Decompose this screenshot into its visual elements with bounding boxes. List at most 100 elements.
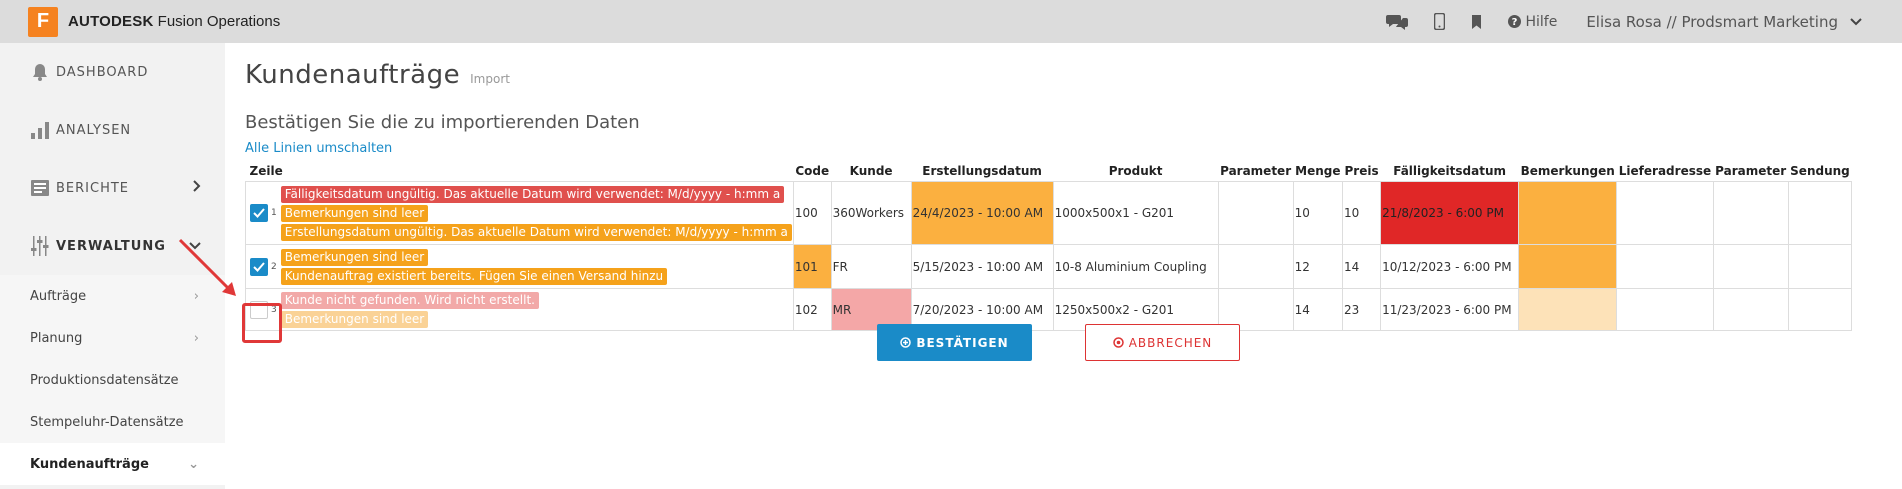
- cell-lieferadresse: [1616, 244, 1714, 289]
- page-subtitle: Import: [470, 72, 510, 86]
- warning-message: Bemerkungen sind leer: [280, 248, 429, 266]
- table-row: 2 Bemerkungen sind leer Kundenauftrag ex…: [245, 244, 1853, 289]
- main-content: Kundenaufträge Import Bestätigen Sie die…: [245, 43, 1895, 331]
- table-row: 1 Fälligkeitsdatum ungültig. Das aktuell…: [245, 181, 1853, 245]
- col-kunde: Kunde: [849, 164, 893, 178]
- sidebar-subitem-stempeluhr[interactable]: Stempeluhr-Datensätze: [0, 401, 225, 443]
- cell-bemerkungen: [1518, 181, 1618, 245]
- help-label: Hilfe: [1525, 13, 1558, 30]
- bookmark-icon[interactable]: [1471, 14, 1482, 29]
- bar-chart-icon: [30, 120, 50, 140]
- sidebar-item-label: DASHBOARD: [56, 64, 149, 80]
- cell-produkt: 1000x500x1 - G201: [1052, 181, 1219, 245]
- cell-parameter: [1217, 244, 1294, 289]
- col-lieferadresse: Lieferadresse: [1618, 164, 1712, 178]
- sidebar-item-analysen[interactable]: ANALYSEN: [0, 101, 225, 159]
- col-preis: Preis: [1344, 164, 1379, 178]
- row-cell: 1 Fälligkeitsdatum ungültig. Das aktuell…: [245, 181, 794, 245]
- action-buttons: BESTÄTIGEN ABBRECHEN: [632, 324, 1240, 361]
- sidebar-item-label: BERICHTE: [56, 180, 130, 196]
- cell-preis: 14: [1341, 244, 1382, 289]
- sidebar-subitem-label: Stempeluhr-Datensätze: [30, 414, 184, 430]
- col-produkt: Produkt: [1108, 164, 1163, 178]
- import-table: Zeile Code Kunde Erstellungsdatum Produk…: [245, 161, 1853, 331]
- cancel-icon: [1112, 337, 1124, 348]
- sidebar-subitem-label: Produktionsdatensätze: [30, 372, 179, 388]
- chevron-down-icon[interactable]: [1850, 17, 1862, 26]
- row-number: 2: [271, 261, 277, 272]
- col-parameter: Parameter: [1220, 164, 1292, 178]
- cancel-label: ABBRECHEN: [1128, 335, 1213, 350]
- sidebar-subitem-label: Kundenaufträge: [30, 456, 149, 472]
- row-cell: 2 Bemerkungen sind leer Kundenauftrag ex…: [245, 244, 794, 289]
- cell-code: 100: [792, 181, 832, 245]
- cell-faelligkeitsdatum: 21/8/2023 - 6:00 PM: [1380, 181, 1520, 245]
- cell-parameter-2: [1712, 288, 1789, 331]
- annotation-arrow: [178, 238, 236, 296]
- cell-menge: 12: [1292, 244, 1343, 289]
- toggle-all-lines-link[interactable]: Alle Linien umschalten: [245, 141, 1895, 156]
- sidebar-item-label: VERWALTUNG: [56, 238, 166, 254]
- col-code: Code: [795, 164, 830, 178]
- help-icon: ?: [1508, 15, 1522, 28]
- cell-bemerkungen: [1518, 288, 1618, 331]
- col-parameter-2: Parameter: [1715, 164, 1787, 178]
- sidebar-subitem-produktionsdatensaetze[interactable]: Produktionsdatensätze: [0, 359, 225, 401]
- cancel-button[interactable]: ABBRECHEN: [1085, 324, 1240, 361]
- highlight-box: [242, 303, 282, 343]
- cell-sendung: [1787, 244, 1853, 289]
- error-message: Kunde nicht gefunden. Wird nicht erstell…: [280, 291, 539, 309]
- cell-parameter-2: [1712, 181, 1789, 245]
- mobile-icon[interactable]: [1434, 13, 1446, 30]
- sidebar-item-dashboard[interactable]: DASHBOARD: [0, 43, 225, 101]
- chevron-right-icon: [193, 180, 201, 196]
- sidebar-item-label: ANALYSEN: [56, 122, 132, 138]
- cell-lieferadresse: [1616, 288, 1714, 331]
- sidebar-subitem-planung[interactable]: Planung ›: [0, 317, 225, 359]
- cell-menge: 10: [1292, 181, 1343, 245]
- cell-preis: 23: [1341, 288, 1382, 331]
- help-link[interactable]: ? Hilfe: [1508, 14, 1557, 30]
- sidebar-subitem-label: Aufträge: [30, 288, 87, 304]
- cell-kunde: 360Workers: [830, 181, 912, 245]
- svg-text:?: ?: [1512, 17, 1518, 28]
- col-sendung: Sendung: [1790, 164, 1850, 178]
- cell-lieferadresse: [1616, 181, 1714, 245]
- chevron-down-icon: ⌄: [188, 456, 199, 472]
- top-bar: F AUTODESK Fusion Operations ? Hilfe Eli…: [0, 0, 1902, 43]
- row-number: 1: [271, 208, 277, 218]
- sidebar-item-berichte[interactable]: BERICHTE: [0, 159, 225, 217]
- section-title: Bestätigen Sie die zu importierenden Dat…: [245, 112, 640, 133]
- cell-code: 101: [792, 244, 832, 289]
- warning-message: Bemerkungen sind leer: [280, 310, 429, 328]
- col-menge: Menge: [1295, 164, 1341, 178]
- error-message: Fälligkeitsdatum ungültig. Das aktuelle …: [280, 185, 785, 203]
- cell-faelligkeitsdatum: 11/23/2023 - 6:00 PM: [1380, 288, 1520, 331]
- confirm-label: BESTÄTIGEN: [916, 335, 1009, 350]
- cell-menge: 14: [1292, 288, 1343, 331]
- page-title: Kundenaufträge: [245, 60, 461, 90]
- chat-icon[interactable]: [1386, 13, 1409, 31]
- brand-bold: AUTODESK: [68, 13, 154, 30]
- autodesk-logo[interactable]: F: [28, 6, 58, 37]
- sidebar-subitem-label: Planung: [30, 330, 83, 346]
- cell-produkt: 10-8 Aluminium Coupling: [1052, 244, 1219, 289]
- warning-message: Erstellungsdatum ungültig. Das aktuelle …: [280, 223, 792, 241]
- user-menu[interactable]: Elisa Rosa // Prodsmart Marketing: [1586, 13, 1838, 31]
- sidebar-subitem-kundenauftraege[interactable]: Kundenaufträge ⌄: [0, 443, 225, 485]
- brand-product: Fusion Operations: [153, 13, 281, 30]
- cell-preis: 10: [1341, 181, 1382, 245]
- cell-erstellungsdatum: 5/15/2023 - 10:00 AM: [910, 244, 1054, 289]
- col-bemerkungen: Bemerkungen: [1520, 164, 1615, 178]
- row-checkbox[interactable]: [250, 204, 268, 222]
- confirm-icon: [900, 337, 912, 348]
- warning-message: Kundenauftrag existiert bereits. Fügen S…: [280, 267, 668, 285]
- reports-icon: [30, 178, 50, 198]
- cell-erstellungsdatum: 24/4/2023 - 10:00 AM: [910, 181, 1054, 245]
- confirm-button[interactable]: BESTÄTIGEN: [877, 324, 1032, 361]
- cell-kunde: FR: [830, 244, 912, 289]
- row-checkbox[interactable]: [250, 257, 268, 276]
- col-erstellungsdatum: Erstellungsdatum: [922, 164, 1042, 178]
- warning-message: Bemerkungen sind leer: [280, 204, 429, 222]
- table-header-row: Zeile Code Kunde Erstellungsdatum Produk…: [246, 161, 1852, 182]
